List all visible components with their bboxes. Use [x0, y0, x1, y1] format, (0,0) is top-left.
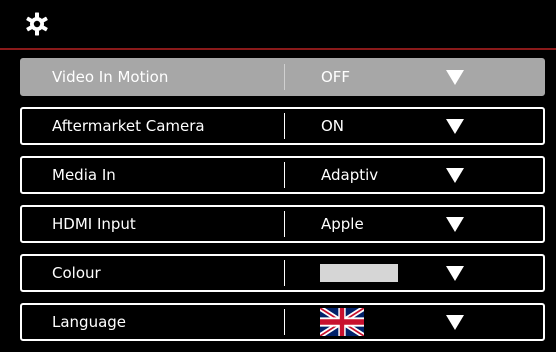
settings-list: Video In Motion OFF Aftermarket Camera O… — [20, 58, 545, 352]
setting-label: Video In Motion — [52, 68, 169, 86]
setting-row-hdmi-input[interactable]: HDMI Input Apple — [20, 205, 545, 243]
setting-value: Adaptiv — [321, 166, 379, 184]
row-divider — [284, 211, 285, 237]
header-divider — [0, 48, 556, 50]
row-divider — [284, 309, 285, 335]
setting-value: OFF — [321, 68, 351, 86]
setting-row-language[interactable]: Language — [20, 303, 545, 341]
colour-swatch — [320, 264, 398, 282]
setting-value: Apple — [321, 215, 364, 233]
row-divider — [284, 64, 285, 90]
dropdown-arrow-icon[interactable] — [446, 119, 464, 134]
row-divider — [284, 260, 285, 286]
setting-label: HDMI Input — [52, 215, 136, 233]
setting-label: Media In — [52, 166, 116, 184]
setting-value: ON — [321, 117, 345, 135]
setting-label: Aftermarket Camera — [52, 117, 205, 135]
setting-row-aftermarket-camera[interactable]: Aftermarket Camera ON — [20, 107, 545, 145]
setting-row-video-in-motion[interactable]: Video In Motion OFF — [20, 58, 545, 96]
uk-flag-icon — [320, 308, 364, 336]
dropdown-arrow-icon[interactable] — [446, 217, 464, 232]
row-divider — [284, 113, 285, 139]
dropdown-arrow-icon[interactable] — [446, 70, 464, 85]
dropdown-arrow-icon[interactable] — [446, 266, 464, 281]
setting-label: Language — [52, 313, 127, 331]
setting-label: Colour — [52, 264, 101, 282]
dropdown-arrow-icon[interactable] — [446, 168, 464, 183]
header-bar — [0, 0, 556, 48]
dropdown-arrow-icon[interactable] — [446, 315, 464, 330]
row-divider — [284, 162, 285, 188]
setting-row-media-in[interactable]: Media In Adaptiv — [20, 156, 545, 194]
setting-row-colour[interactable]: Colour — [20, 254, 545, 292]
gear-icon[interactable] — [25, 12, 49, 36]
